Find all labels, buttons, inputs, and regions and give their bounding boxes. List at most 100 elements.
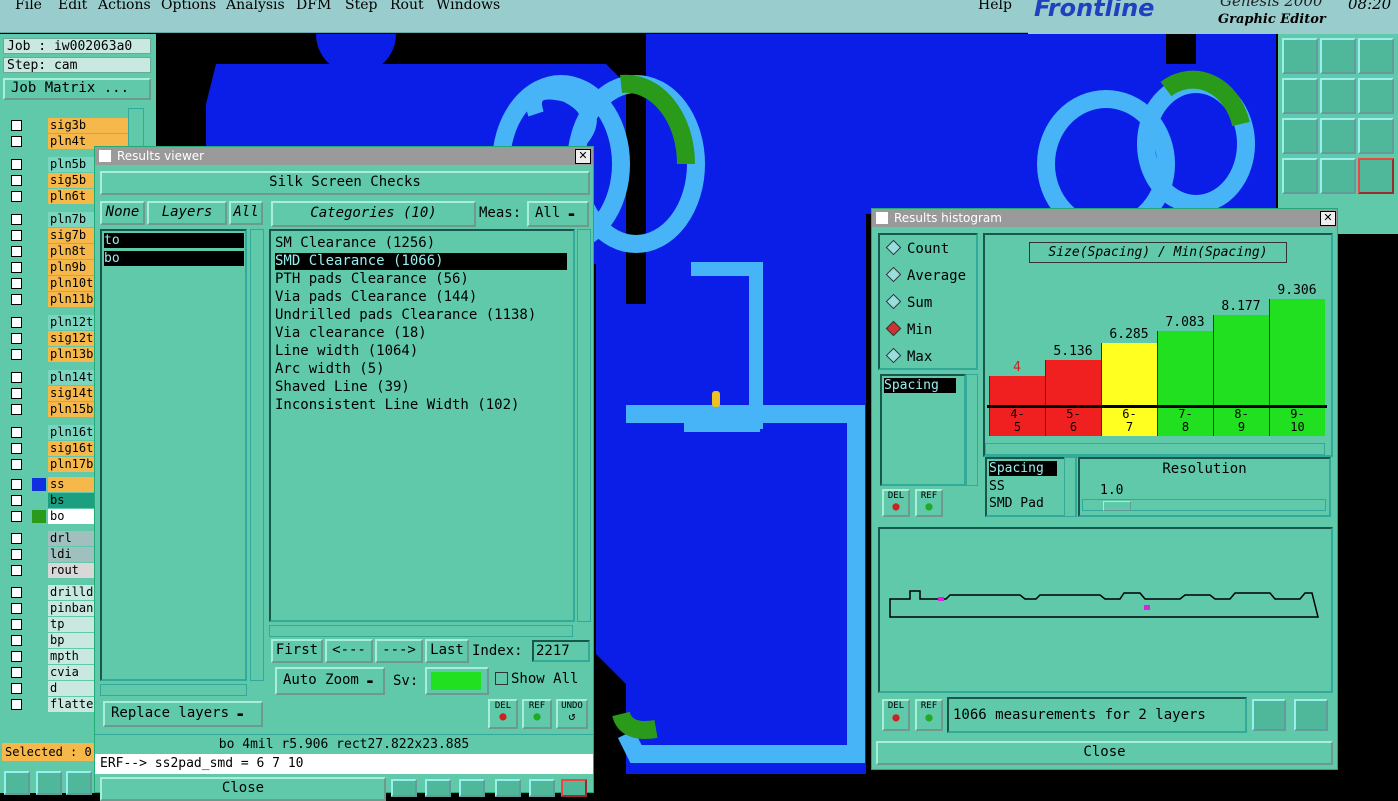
layer-checkbox[interactable]	[11, 549, 22, 560]
meas-type-item[interactable]: SMD Pad	[989, 496, 1044, 511]
layer-results-list[interactable]: to bo	[100, 229, 247, 681]
spacing-list-scrollbar[interactable]	[966, 374, 978, 486]
category-cell[interactable]: 7- 8	[1157, 408, 1213, 436]
window-menu-icon[interactable]	[876, 212, 888, 224]
mode-average-radio[interactable]: Average	[885, 266, 966, 284]
zoom-fit-icon[interactable]	[1282, 118, 1318, 154]
layer-checkbox[interactable]	[11, 565, 22, 576]
category-item[interactable]: Via pads Clearance (144)	[275, 289, 477, 306]
meas-dropdown[interactable]: All ▬	[527, 201, 589, 227]
category-item[interactable]: Shaved Line (39)	[275, 379, 410, 396]
layer-checkbox[interactable]	[11, 443, 22, 454]
menu-windows[interactable]: Windows	[436, 0, 500, 13]
hist-del-button[interactable]: DEL ●	[882, 489, 910, 517]
histogram-bar[interactable]	[1101, 342, 1157, 405]
next-button[interactable]: --->	[375, 639, 423, 663]
category-item[interactable]: Arc width (5)	[275, 361, 385, 378]
save-view-icon[interactable]	[1320, 38, 1356, 74]
layer-checkbox[interactable]	[11, 479, 22, 490]
category-item[interactable]: SM Clearance (1256)	[275, 235, 435, 252]
layers-none-button[interactable]: None	[100, 201, 145, 225]
layer-checkbox[interactable]	[11, 683, 22, 694]
result-layer-item[interactable]: bo	[104, 251, 244, 266]
category-item[interactable]: Undrilled pads Clearance (1138)	[275, 307, 536, 324]
layer-checkbox[interactable]	[11, 317, 22, 328]
grid-icon[interactable]	[1320, 158, 1356, 194]
spacing-list[interactable]: Spacing	[880, 374, 966, 486]
category-item[interactable]: Via clearance (18)	[275, 325, 427, 342]
layer-checkbox[interactable]	[11, 459, 22, 470]
mode-sum-radio[interactable]: Sum	[885, 293, 932, 311]
layer-checkbox[interactable]	[11, 159, 22, 170]
layer-list-vscroll[interactable]	[250, 229, 264, 681]
layer-checkbox[interactable]	[11, 388, 22, 399]
layer-checkbox[interactable]	[11, 175, 22, 186]
layer-checkbox[interactable]	[11, 191, 22, 202]
layer-checkbox[interactable]	[11, 495, 22, 506]
layout-icon[interactable]	[1294, 699, 1328, 731]
menu-rout[interactable]: Rout	[390, 0, 424, 13]
menu-options[interactable]: Options	[161, 0, 216, 13]
mode-min-radio[interactable]: Min	[885, 320, 932, 338]
auto-zoom-dropdown[interactable]: Auto Zoom ▬	[275, 667, 385, 695]
layer-checkbox[interactable]	[11, 635, 22, 646]
job-matrix-button[interactable]: Job Matrix ...	[3, 78, 151, 100]
close-icon[interactable]: ✕	[1320, 211, 1336, 226]
menu-edit[interactable]: Edit	[58, 0, 87, 13]
grid-tool-icon[interactable]	[66, 771, 92, 795]
hist-ref-button[interactable]: REF ●	[915, 489, 943, 517]
undo-view-icon[interactable]	[1358, 78, 1394, 114]
tools-icon[interactable]	[1282, 158, 1318, 194]
menu-actions[interactable]: Actions	[98, 0, 151, 13]
category-item[interactable]: Line width (1064)	[275, 343, 418, 360]
category-cell[interactable]: 5- 6	[1045, 408, 1101, 436]
meas-type-item[interactable]: Spacing	[989, 461, 1057, 476]
categories-button[interactable]: Categories (10)	[271, 201, 476, 227]
layer-checkbox[interactable]	[11, 246, 22, 257]
result-layer-item[interactable]: to	[104, 233, 244, 248]
chart-hscroll[interactable]	[985, 443, 1325, 455]
count-icon[interactable]	[495, 779, 521, 797]
del-button[interactable]: DEL ●	[488, 699, 518, 729]
histogram-titlebar[interactable]: Results histogram ✕	[872, 209, 1337, 227]
histogram-bar[interactable]	[1269, 299, 1325, 405]
first-button[interactable]: First	[271, 639, 323, 663]
zoom-tool-icon[interactable]	[4, 771, 30, 795]
layer-checkbox[interactable]	[11, 333, 22, 344]
layer-checkbox[interactable]	[11, 603, 22, 614]
snap-icon[interactable]	[1358, 158, 1394, 194]
histogram-bar[interactable]	[989, 376, 1045, 405]
meas-type-scrollbar[interactable]	[1064, 457, 1076, 517]
filter-icon[interactable]	[425, 779, 451, 797]
layer-checkbox[interactable]	[11, 136, 22, 147]
layer-checkbox[interactable]	[11, 619, 22, 630]
window-menu-icon[interactable]	[99, 150, 111, 162]
zoom-center-icon[interactable]	[1320, 118, 1356, 154]
menu-file[interactable]: File	[15, 0, 42, 13]
category-item[interactable]: PTH pads Clearance (56)	[275, 271, 469, 288]
home-icon[interactable]	[1358, 38, 1394, 74]
category-item[interactable]: SMD Clearance (1066)	[275, 253, 567, 270]
replace-layers-dropdown[interactable]: Replace layers ▬	[103, 701, 263, 727]
mode-max-radio[interactable]: Max	[885, 347, 932, 365]
layer-checkbox[interactable]	[11, 230, 22, 241]
resolution-slider[interactable]	[1082, 499, 1326, 511]
category-cell[interactable]: 8- 9	[1213, 408, 1269, 436]
layer-checkbox[interactable]	[11, 667, 22, 678]
layer-checkbox[interactable]	[11, 372, 22, 383]
layer-checkbox[interactable]	[11, 349, 22, 360]
layer-checkbox[interactable]	[11, 262, 22, 273]
category-list-vscroll[interactable]	[577, 229, 591, 622]
layer-checkbox[interactable]	[11, 511, 22, 522]
histogram-bar[interactable]	[1213, 315, 1269, 405]
spacing-list-item[interactable]: Spacing	[884, 378, 956, 393]
category-item[interactable]: Inconsistent Line Width (102)	[275, 397, 519, 414]
histogram-bar[interactable]	[1045, 359, 1101, 405]
layer-checkbox[interactable]	[11, 294, 22, 305]
scale-1-2-icon[interactable]	[1358, 118, 1394, 154]
pan-right-icon[interactable]	[1320, 78, 1356, 114]
strike-icon[interactable]	[459, 779, 485, 797]
layer-checkbox[interactable]	[11, 120, 22, 131]
report-icon[interactable]	[391, 779, 417, 797]
results-viewer-titlebar[interactable]: Results viewer ✕	[95, 147, 593, 165]
